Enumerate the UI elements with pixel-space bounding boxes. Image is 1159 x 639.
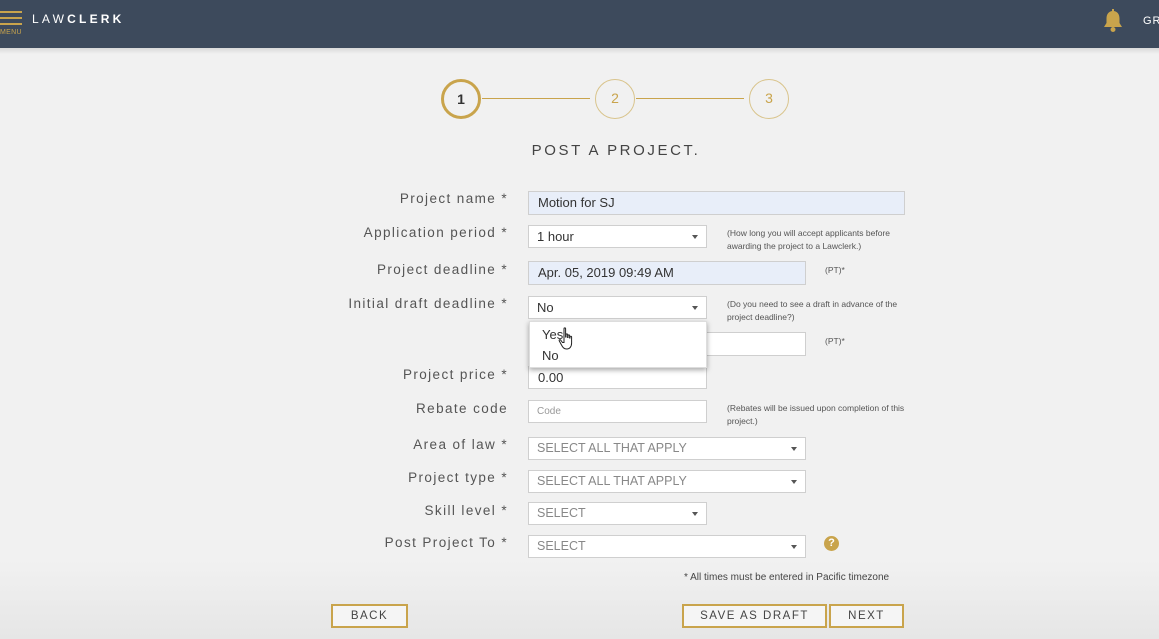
post-project-to-select[interactable]: SELECT xyxy=(528,535,806,558)
area-of-law-label: Area of law * xyxy=(413,437,508,452)
skill-level-label: Skill level * xyxy=(424,503,508,518)
chevron-down-icon xyxy=(692,235,698,239)
application-period-label: Application period * xyxy=(363,225,508,240)
post-project-to-label: Post Project To * xyxy=(384,535,508,550)
top-navigation-bar: MENU LAWCLERK GR xyxy=(0,0,1159,48)
initial-draft-deadline-options: Yes No xyxy=(529,321,707,368)
chevron-down-icon xyxy=(692,512,698,516)
project-type-select[interactable]: SELECT ALL THAT APPLY xyxy=(528,470,806,493)
draft-date-input[interactable] xyxy=(700,332,806,356)
skill-level-placeholder: SELECT xyxy=(537,506,586,520)
timezone-note: * All times must be entered in Pacific t… xyxy=(684,572,890,583)
step-connector xyxy=(636,98,744,99)
bell-icon[interactable] xyxy=(1102,9,1124,33)
area-of-law-select[interactable]: SELECT ALL THAT APPLY xyxy=(528,437,806,460)
step-connector xyxy=(482,98,590,99)
draft-date-timezone: (PT)* xyxy=(825,336,845,346)
hamburger-icon-bar xyxy=(0,17,22,19)
hamburger-icon xyxy=(0,11,22,13)
question-circle-icon[interactable]: ? xyxy=(824,536,839,551)
step-3-indicator: 3 xyxy=(749,79,789,119)
project-price-label: Project price * xyxy=(402,367,508,382)
menu-label: MENU xyxy=(0,29,22,36)
post-project-to-placeholder: SELECT xyxy=(537,539,586,553)
next-button[interactable]: NEXT xyxy=(829,604,904,628)
chevron-down-icon xyxy=(791,480,797,484)
project-type-label: Project type * xyxy=(408,470,508,485)
project-name-input[interactable]: Motion for SJ xyxy=(528,191,905,215)
initial-draft-deadline-value: No xyxy=(537,300,554,315)
bottom-fade xyxy=(0,560,1159,639)
hand-pointer-cursor-icon xyxy=(558,327,573,350)
back-button[interactable]: BACK xyxy=(331,604,408,628)
option-no[interactable]: No xyxy=(542,348,559,363)
chevron-down-icon xyxy=(692,306,698,310)
initial-draft-deadline-select[interactable]: No xyxy=(528,296,707,319)
application-period-hint: (How long you will accept applicants bef… xyxy=(727,228,891,251)
area-of-law-placeholder: SELECT ALL THAT APPLY xyxy=(537,441,687,455)
rebate-code-hint: (Rebates will be issued upon completion … xyxy=(727,403,905,426)
project-deadline-label: Project deadline * xyxy=(376,262,508,277)
application-period-value: 1 hour xyxy=(537,229,574,244)
step-2-indicator: 2 xyxy=(595,79,635,119)
hamburger-icon-bar xyxy=(0,23,22,25)
user-initials[interactable]: GR xyxy=(1143,15,1159,27)
project-name-label: Project name * xyxy=(399,191,508,206)
project-deadline-input[interactable]: Apr. 05, 2019 09:49 AM xyxy=(528,261,806,285)
chevron-down-icon xyxy=(791,545,797,549)
initial-draft-deadline-label: Initial draft deadline * xyxy=(348,296,508,311)
logo-light-text: LAW xyxy=(32,12,68,26)
menu-button[interactable]: MENU xyxy=(0,7,26,37)
lawclerk-logo[interactable]: LAWCLERK xyxy=(32,12,125,26)
skill-level-select[interactable]: SELECT xyxy=(528,502,707,525)
save-as-draft-button[interactable]: SAVE AS DRAFT xyxy=(682,604,827,628)
project-type-placeholder: SELECT ALL THAT APPLY xyxy=(537,474,687,488)
header-shadow xyxy=(0,48,1159,54)
step-1-indicator: 1 xyxy=(441,79,481,119)
rebate-code-label: Rebate code xyxy=(416,401,508,416)
logo-bold-text: CLERK xyxy=(67,12,125,26)
project-price-input[interactable]: 0.00 xyxy=(528,366,707,389)
chevron-down-icon xyxy=(791,447,797,451)
application-period-select[interactable]: 1 hour xyxy=(528,225,707,248)
project-deadline-timezone: (PT)* xyxy=(825,265,845,275)
initial-draft-deadline-hint: (Do you need to see a draft in advance o… xyxy=(727,299,898,322)
page-title: POST A PROJECT. xyxy=(531,142,701,159)
rebate-code-input[interactable]: Code xyxy=(528,400,707,423)
